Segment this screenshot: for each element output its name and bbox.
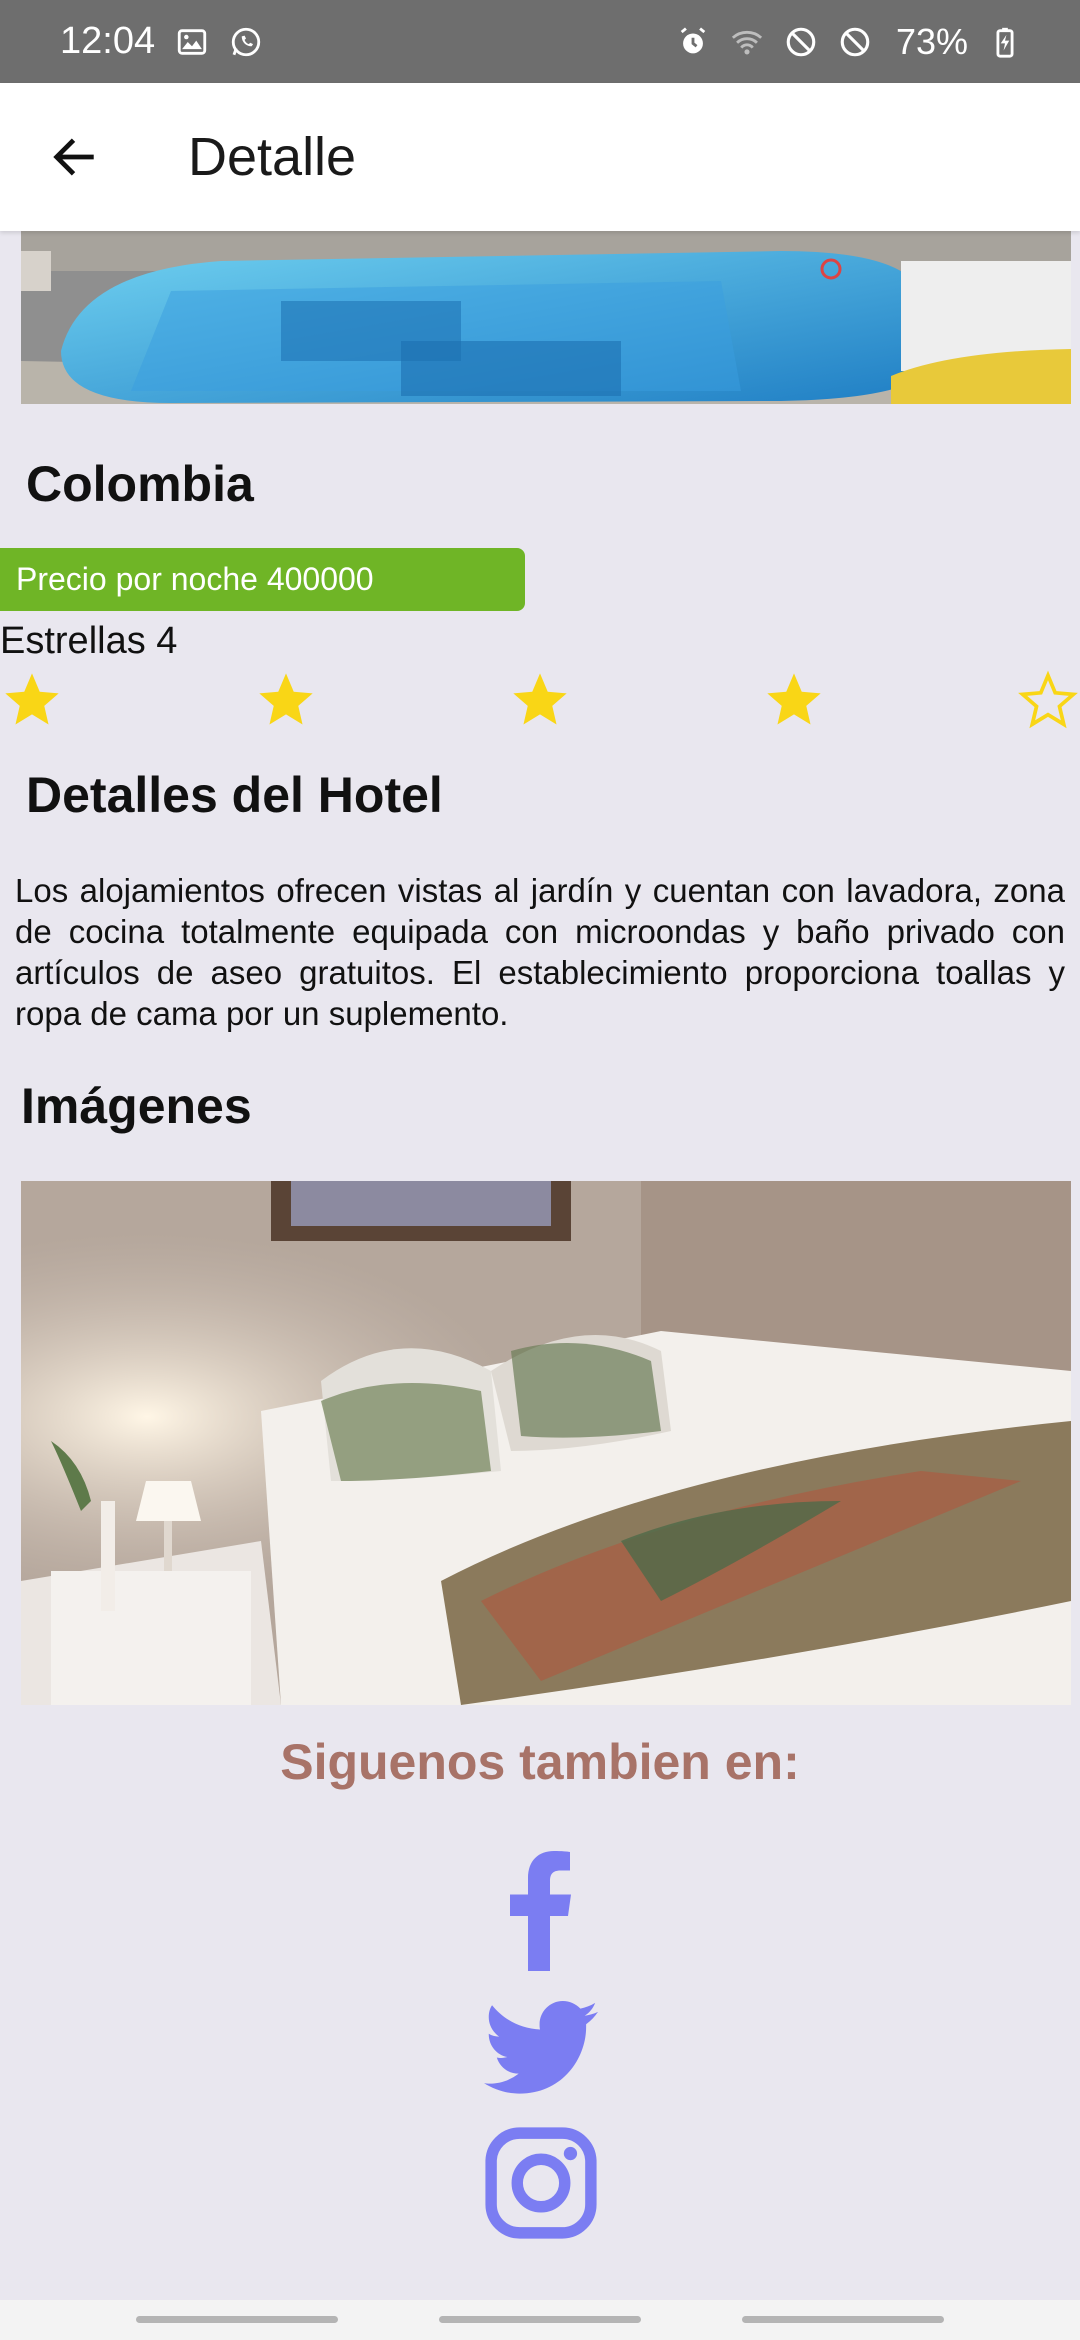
system-nav-bar [0,2300,1080,2340]
battery-percent: 73% [895,20,968,62]
follow-title: Siguenos tambien en: [280,1734,800,1790]
hotel-room-image [21,1181,1071,1705]
nav-back-handle[interactable] [742,2316,944,2323]
whatsapp-icon [229,25,263,59]
facebook-icon[interactable] [505,1850,575,1972]
status-left: 12:04 [60,20,263,63]
do-not-disturb-icon [838,25,872,59]
nav-home-handle[interactable] [439,2316,641,2323]
status-right: 73% [676,21,1022,63]
wifi-icon [730,25,764,59]
star-filled-icon [254,668,318,732]
star-filled-icon [0,668,64,732]
image-icon [175,25,209,59]
battery-charging-icon [988,25,1022,59]
instagram-icon[interactable] [484,2126,598,2240]
back-button[interactable] [38,121,110,193]
status-time: 12:04 [60,20,156,62]
images-title: Imágenes [21,1078,252,1134]
star-rating [0,668,1080,734]
page-title: Detalle [188,127,357,187]
details-text: Los alojamientos ofrecen vistas al jardí… [15,872,1065,1032]
star-filled-icon [762,668,826,732]
star-filled-icon [508,668,572,732]
price-badge: Precio por noche 400000 [0,548,525,611]
hotel-name: Colombia [26,456,254,512]
app-bar: Detalle [0,83,1080,231]
hotel-pool-image [21,231,1071,404]
status-bar: 12:04 73% [0,0,1080,83]
stars-label: Estrellas 4 [0,620,178,662]
details-title: Detalles del Hotel [26,767,443,823]
arrow-left-icon [53,138,94,176]
alarm-icon [676,25,710,59]
star-empty-icon [1016,668,1080,732]
do-not-disturb-icon [784,25,818,59]
nav-recents-handle[interactable] [136,2316,338,2323]
twitter-icon[interactable] [484,2000,598,2096]
